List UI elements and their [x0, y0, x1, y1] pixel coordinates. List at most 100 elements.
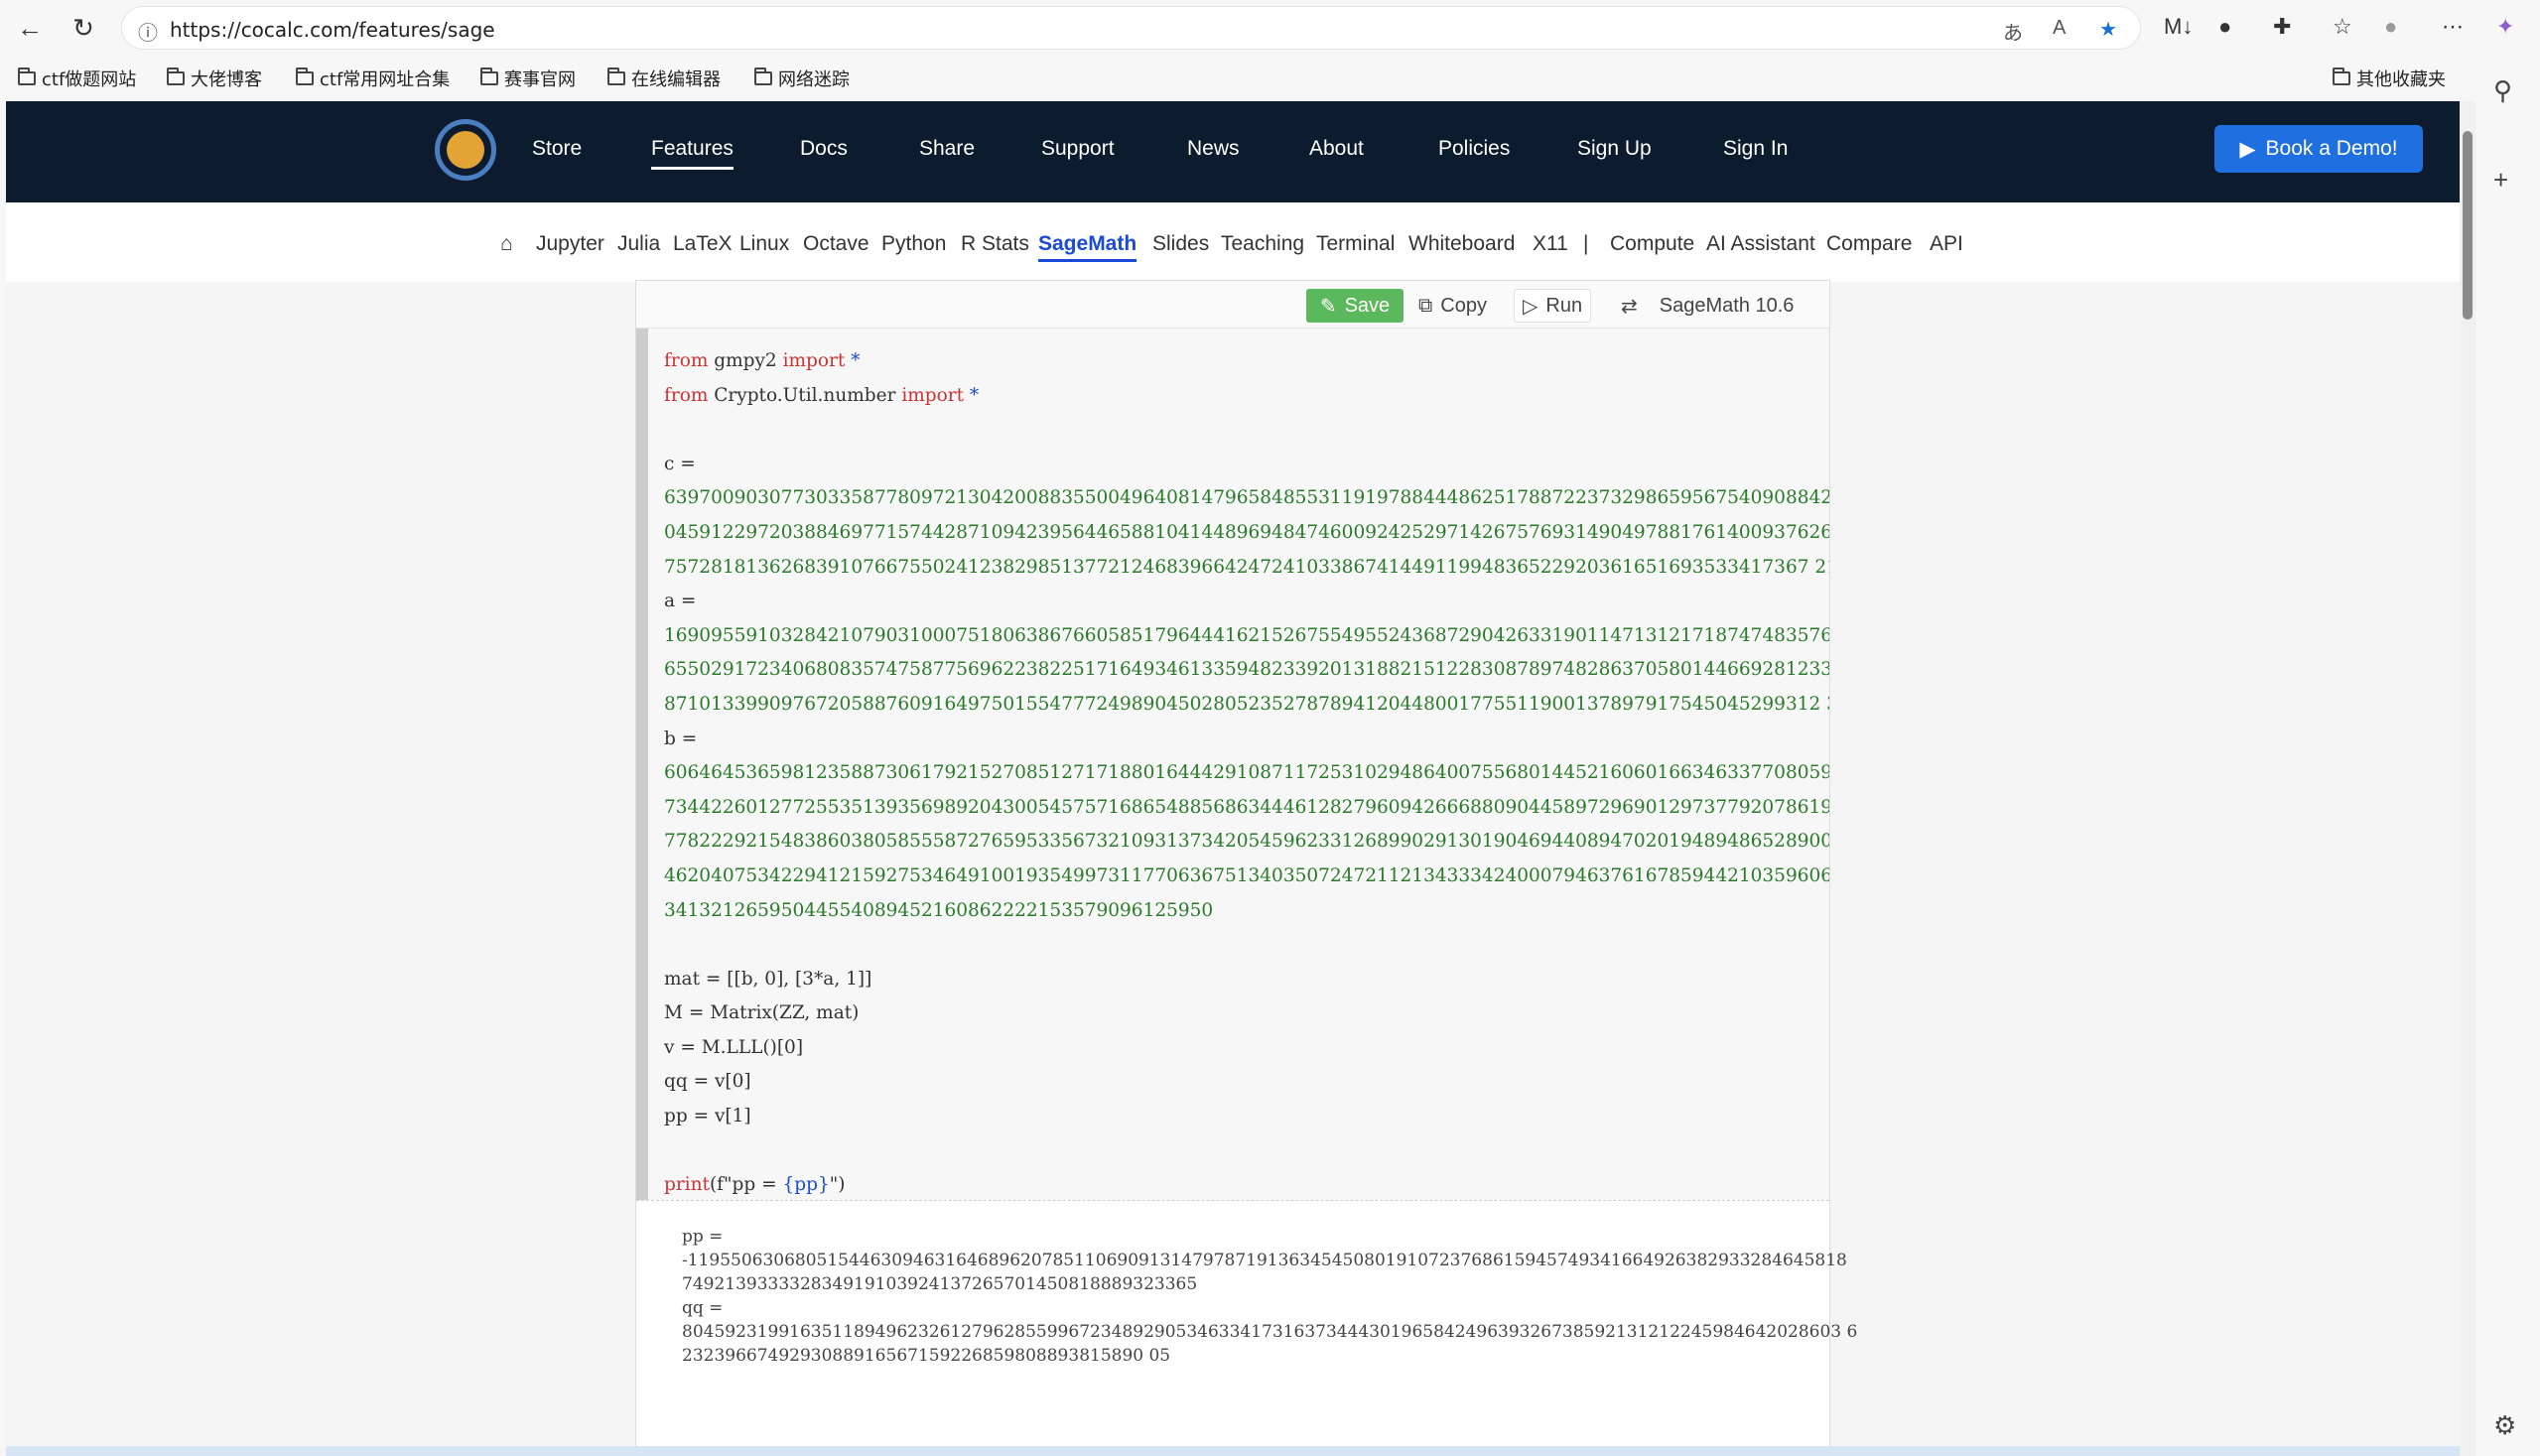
- home-icon[interactable]: ⌂: [500, 232, 513, 256]
- video-icon: ▶: [2239, 137, 2256, 161]
- subnav-julia[interactable]: Julia: [617, 232, 660, 256]
- nav-features[interactable]: Features: [651, 137, 734, 170]
- code-line: c =: [664, 453, 696, 474]
- code-line: qq = v[0]: [664, 1071, 751, 1093]
- code-line: 6550291723406808357475877569622382251716…: [664, 659, 1829, 681]
- code-line: v = M.LLL()[0]: [664, 1036, 804, 1058]
- reload-icon[interactable]: ↻: [66, 10, 101, 46]
- bookmark-folder[interactable]: ctf做题网站: [18, 66, 136, 91]
- subnav-python[interactable]: Python: [881, 232, 946, 256]
- back-icon[interactable]: ←: [12, 10, 48, 46]
- subnav-teaching[interactable]: Teaching: [1221, 232, 1304, 256]
- subnav-compare[interactable]: Compare: [1826, 232, 1912, 256]
- nav-sign-in[interactable]: Sign In: [1723, 137, 1788, 161]
- output-text: pp = -11955063068051544630946316468962078…: [682, 1225, 1857, 1368]
- code-line: 6397009030773033587780972130420088355004…: [664, 487, 1829, 509]
- extension-badge-icon[interactable]: ●: [2218, 14, 2231, 40]
- code-line: 8710133990976720588760916497501554777249…: [664, 693, 1829, 715]
- page-scrollbar[interactable]: [2460, 101, 2475, 1456]
- code-input[interactable]: from gmpy2 import * from Crypto.Util.numb…: [636, 329, 1829, 1200]
- copy-button[interactable]: ⧉ Copy: [1410, 289, 1495, 323]
- output-line: 2323966749293088916567159226859808893815…: [682, 1346, 1171, 1366]
- nav-support[interactable]: Support: [1041, 137, 1115, 161]
- bookmark-folder[interactable]: ctf常用网址合集: [296, 66, 450, 91]
- translate-icon[interactable]: あ: [2003, 17, 2023, 46]
- sage-editor: ✎ Save ⧉ Copy ▷ Run ⇄ SageMath 10.6 from gmp…: [635, 280, 1857, 1456]
- subnav-latex[interactable]: LaTeX: [673, 232, 733, 256]
- code-line: 1690955910328421079031000751806386766058…: [664, 624, 1829, 646]
- bookmark-folder[interactable]: 赛事官网: [480, 66, 576, 91]
- nav-news[interactable]: News: [1187, 137, 1240, 161]
- bookmark-folder[interactable]: 网络迷踪: [754, 66, 850, 91]
- code-line: a =: [664, 591, 697, 612]
- bookmark-folder[interactable]: 大佬博客: [167, 66, 262, 91]
- settings-gear-icon[interactable]: ⚙: [2493, 1410, 2516, 1441]
- url-bar[interactable]: ⓘ https://cocalc.com/features/sage あ A ★: [121, 6, 2141, 50]
- edit-icon: ✎: [1319, 295, 1337, 318]
- other-bookmarks[interactable]: 其他收藏夹: [2333, 66, 2446, 91]
- subnav-compute[interactable]: Compute: [1610, 232, 1694, 256]
- site-header: Store Features Docs Share Support News A…: [6, 101, 2460, 202]
- folder-icon: [296, 67, 314, 85]
- subnav-jupyter[interactable]: Jupyter: [536, 232, 604, 256]
- book-demo-button[interactable]: ▶ Book a Demo!: [2214, 125, 2423, 173]
- site-info-icon[interactable]: ⓘ: [138, 17, 158, 46]
- folder-icon: [18, 67, 36, 85]
- subnav-octave[interactable]: Octave: [803, 232, 869, 256]
- output-line: 7492139333328349191039241372657014508188…: [682, 1274, 1198, 1294]
- run-button[interactable]: ▷ Run: [1514, 289, 1592, 323]
- search-icon[interactable]: ⚲: [2493, 75, 2512, 106]
- nav-sign-up[interactable]: Sign Up: [1577, 137, 1652, 161]
- url-text: https://cocalc.com/features/sage: [170, 18, 495, 42]
- sync-icon: ⇄: [1621, 295, 1638, 318]
- subnav-r-stats[interactable]: R Stats: [961, 232, 1029, 256]
- page-footer-strip: [6, 1446, 2460, 1456]
- nav-policies[interactable]: Policies: [1438, 137, 1510, 161]
- copilot-icon[interactable]: ✦: [2496, 14, 2514, 40]
- code-line: 0459122972038846977157442871094239564465…: [664, 521, 1829, 543]
- nav-store[interactable]: Store: [532, 137, 582, 161]
- markdown-icon[interactable]: M↓: [2164, 14, 2193, 40]
- nav-share[interactable]: Share: [919, 137, 975, 161]
- subnav-linux[interactable]: Linux: [739, 232, 789, 256]
- subnav-ai-assistant[interactable]: AI Assistant: [1706, 232, 1815, 256]
- scroll-thumb[interactable]: [2463, 131, 2473, 320]
- code-line: b =: [664, 728, 698, 749]
- code-line: mat = [[b, 0], [3*a, 1]]: [664, 968, 872, 990]
- subnav-api[interactable]: API: [1930, 232, 1963, 256]
- subnav-sagemath[interactable]: SageMath: [1038, 232, 1137, 262]
- output-line: 8045923199163511894962326127962855996723…: [682, 1322, 1858, 1342]
- page-viewport: Store Features Docs Share Support News A…: [6, 101, 2460, 1456]
- code-line: 7572818136268391076675502412382985137721…: [664, 556, 1829, 578]
- folder-icon: [607, 67, 625, 85]
- run-icon: ▷: [1523, 295, 1538, 318]
- more-menu-icon[interactable]: ⋯: [2442, 14, 2464, 40]
- read-aloud-icon[interactable]: A: [2053, 17, 2066, 40]
- subnav-x11[interactable]: X11: [1533, 232, 1568, 256]
- nav-docs[interactable]: Docs: [800, 137, 848, 161]
- output-line: -119550630680515446309463164689620785110…: [682, 1251, 1847, 1270]
- editor-toolbar: ✎ Save ⧉ Copy ▷ Run ⇄ SageMath 10.6: [636, 281, 1829, 329]
- add-icon[interactable]: +: [2493, 165, 2508, 196]
- code-text: from gmpy2 import * from Crypto.Util.numb…: [664, 344, 1829, 1200]
- favorite-star-icon[interactable]: ★: [2099, 17, 2117, 42]
- favorites-icon[interactable]: ☆: [2333, 14, 2352, 40]
- subnav-terminal[interactable]: Terminal: [1316, 232, 1395, 256]
- extensions-icon[interactable]: ✚: [2273, 14, 2291, 40]
- subnav-slides[interactable]: Slides: [1152, 232, 1209, 256]
- folder-icon: [754, 67, 772, 85]
- cocalc-logo[interactable]: [435, 119, 496, 181]
- profile-avatar-icon[interactable]: ●: [2384, 14, 2397, 40]
- bookmark-folder[interactable]: 在线编辑器: [607, 66, 721, 91]
- subnav-separator: |: [1583, 232, 1589, 255]
- subnav-whiteboard[interactable]: Whiteboard: [1408, 232, 1515, 256]
- save-button[interactable]: ✎ Save: [1306, 289, 1404, 323]
- folder-icon: [167, 67, 185, 85]
- code-line: 4620407534229412159275346491001935499731…: [664, 864, 1829, 886]
- code-line: from gmpy2 import *: [664, 350, 861, 371]
- kernel-selector[interactable]: ⇄ SageMath 10.6: [1613, 289, 1802, 323]
- output-line: pp =: [682, 1227, 724, 1247]
- nav-about[interactable]: About: [1309, 137, 1364, 161]
